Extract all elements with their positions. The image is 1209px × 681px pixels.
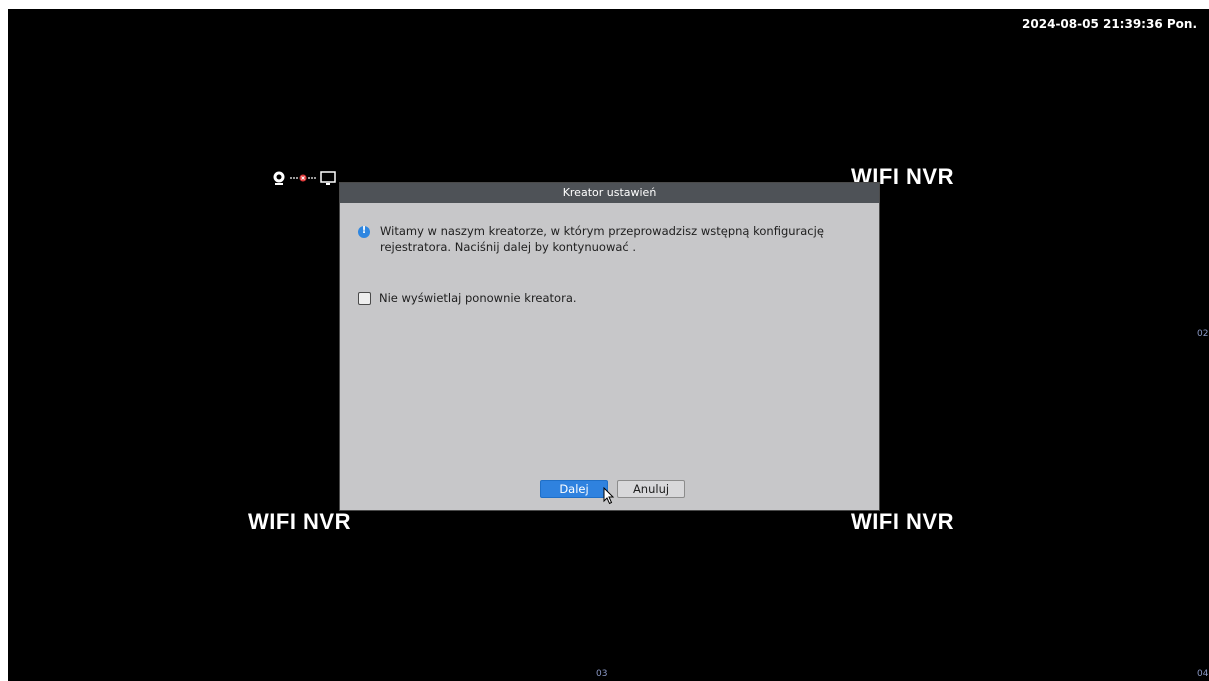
connection-error-icon [290, 174, 316, 182]
watermark-ch4: WIFI NVR [851, 509, 954, 534]
dont-show-again-row[interactable]: Nie wyświetlaj ponownie kreatora. [358, 291, 577, 305]
dialog-title: Kreator ustawień [340, 183, 879, 203]
datetime-display: 2024-08-05 21:39:36 Pon. [1022, 17, 1197, 31]
dont-show-again-checkbox[interactable] [358, 291, 371, 305]
info-icon [358, 225, 370, 238]
welcome-message: Witamy w naszym kreatorze, w którym prze… [380, 224, 824, 254]
setup-wizard-dialog: Kreator ustawień Witamy w naszym kreator… [340, 183, 879, 510]
nvr-screen: 2024-08-05 21:39:36 Pon. WIFI NVR WIFI N… [8, 9, 1209, 681]
monitor-icon [320, 171, 336, 185]
status-icons [272, 171, 342, 187]
channel-label-03: 03 [596, 669, 608, 679]
next-button[interactable]: Dalej [540, 480, 608, 498]
camera-icon [273, 171, 285, 185]
watermark-ch3: WIFI NVR [248, 509, 351, 534]
channel-label-02: 02 [1197, 329, 1209, 339]
cancel-button[interactable]: Anuluj [617, 480, 685, 498]
channel-label-04: 04 [1197, 669, 1209, 679]
dont-show-again-label[interactable]: Nie wyświetlaj ponownie kreatora. [379, 291, 577, 305]
mouse-cursor-icon [603, 487, 615, 505]
message-row: Witamy w naszym kreatorze, w którym prze… [358, 223, 861, 255]
